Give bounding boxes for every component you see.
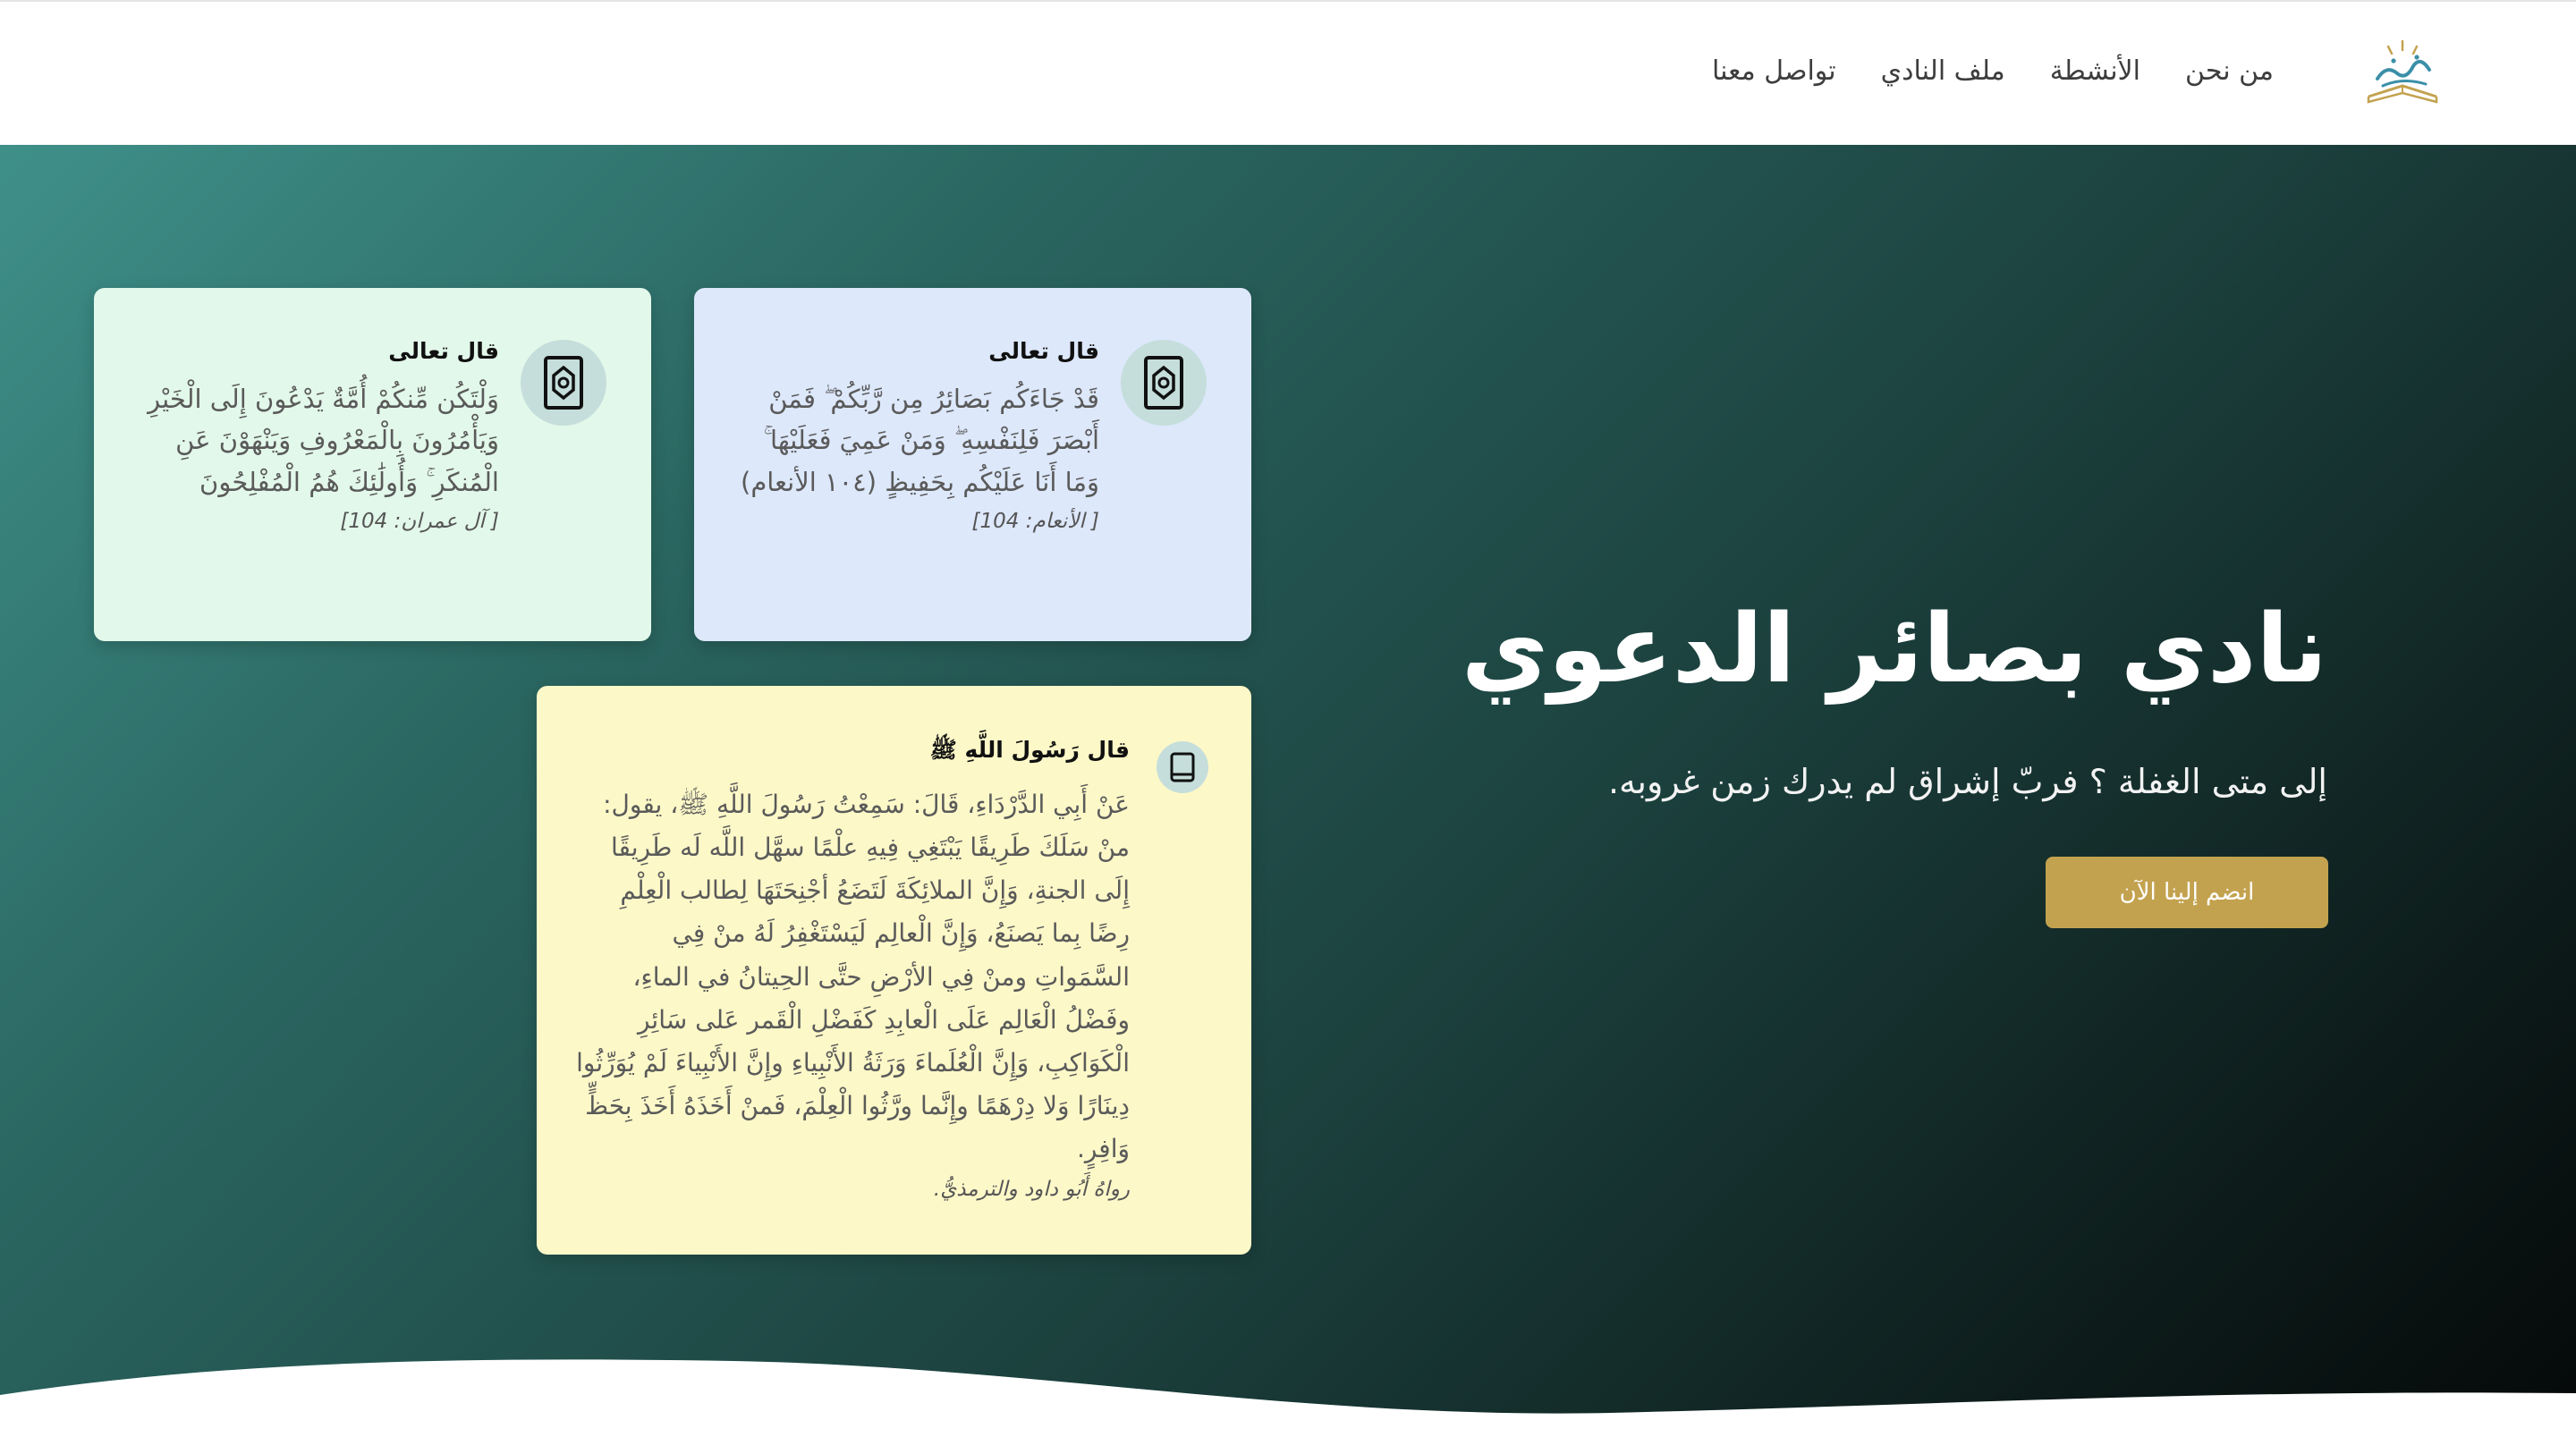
basair-logo-icon [2367,39,2438,104]
club-logo[interactable] [2361,34,2444,114]
hero-section: قال تعالى قَدْ جَاءَكُم بَصَائِرُ مِن رَ… [0,145,2576,1454]
nav-contact[interactable]: تواصل معنا [1712,55,1836,87]
nav-activities[interactable]: الأنشطة [2050,55,2140,87]
main-nav: من نحن الأنشطة ملف النادي تواصل معنا [1712,48,2274,93]
top-navbar: من نحن الأنشطة ملف النادي تواصل معنا [0,0,2576,145]
nav-about[interactable]: من نحن [2185,55,2274,87]
nav-club-profile[interactable]: ملف النادي [1881,55,2005,87]
hero-bottom-wave [0,1359,2576,1454]
